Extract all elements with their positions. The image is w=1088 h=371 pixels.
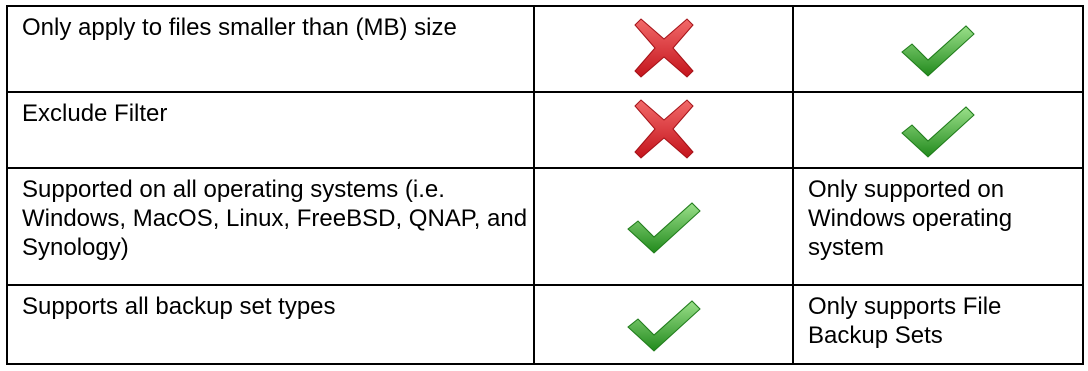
cross-icon bbox=[633, 17, 695, 79]
status-cell bbox=[533, 91, 794, 169]
status-cell bbox=[533, 284, 794, 365]
status-cell bbox=[792, 91, 1084, 169]
status-cell bbox=[533, 5, 794, 93]
status-cell bbox=[792, 5, 1084, 93]
feature-comparison-table: Only apply to files smaller than (MB) si… bbox=[6, 5, 1084, 365]
note-cell: Only supports File Backup Sets bbox=[792, 284, 1084, 365]
cross-icon bbox=[633, 98, 695, 160]
note-cell: Only supported on Windows operating syst… bbox=[792, 167, 1084, 286]
feature-cell: Only apply to files smaller than (MB) si… bbox=[6, 5, 535, 93]
status-cell bbox=[533, 167, 794, 286]
check-icon bbox=[900, 22, 976, 78]
check-icon bbox=[626, 199, 702, 255]
check-icon bbox=[900, 103, 976, 159]
table-row: Only apply to files smaller than (MB) si… bbox=[6, 5, 1084, 93]
table-row: Exclude Filter bbox=[6, 91, 1084, 169]
table-row: Supports all backup set types Only suppo… bbox=[6, 284, 1084, 365]
table-row: Supported on all operating systems (i.e.… bbox=[6, 167, 1084, 286]
feature-cell: Supported on all operating systems (i.e.… bbox=[6, 167, 535, 286]
check-icon bbox=[626, 297, 702, 353]
feature-cell: Supports all backup set types bbox=[6, 284, 535, 365]
feature-cell: Exclude Filter bbox=[6, 91, 535, 169]
